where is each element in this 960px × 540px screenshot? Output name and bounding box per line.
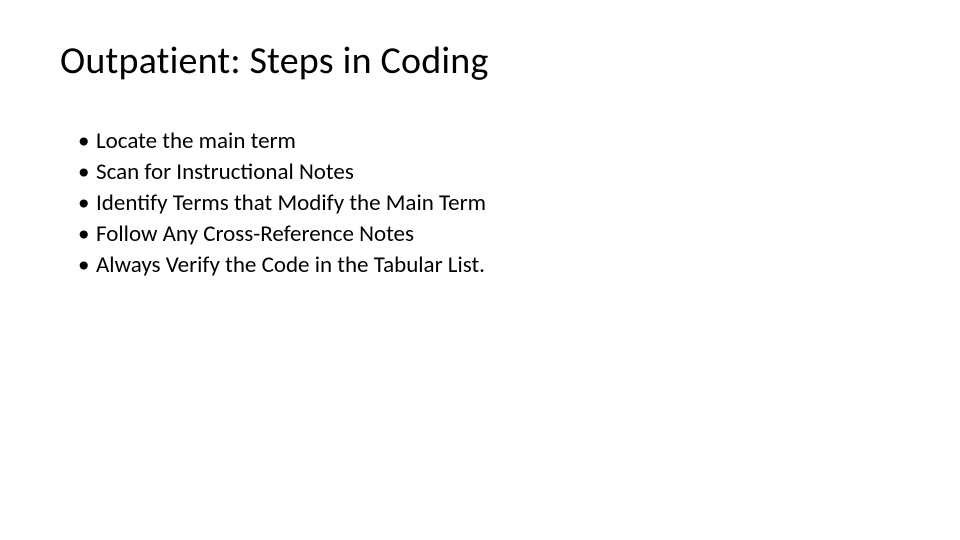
list-item: Always Verify the Code in the Tabular Li… bbox=[82, 250, 900, 281]
slide: Outpatient: Steps in Coding Locate the m… bbox=[0, 0, 960, 281]
list-item: Follow Any Cross-Reference Notes bbox=[82, 219, 900, 250]
list-item: Identify Terms that Modify the Main Term bbox=[82, 188, 900, 219]
bullet-list: Locate the main term Scan for Instructio… bbox=[60, 126, 900, 281]
list-item: Locate the main term bbox=[82, 126, 900, 157]
slide-title: Outpatient: Steps in Coding bbox=[60, 38, 900, 84]
list-item: Scan for Instructional Notes bbox=[82, 157, 900, 188]
